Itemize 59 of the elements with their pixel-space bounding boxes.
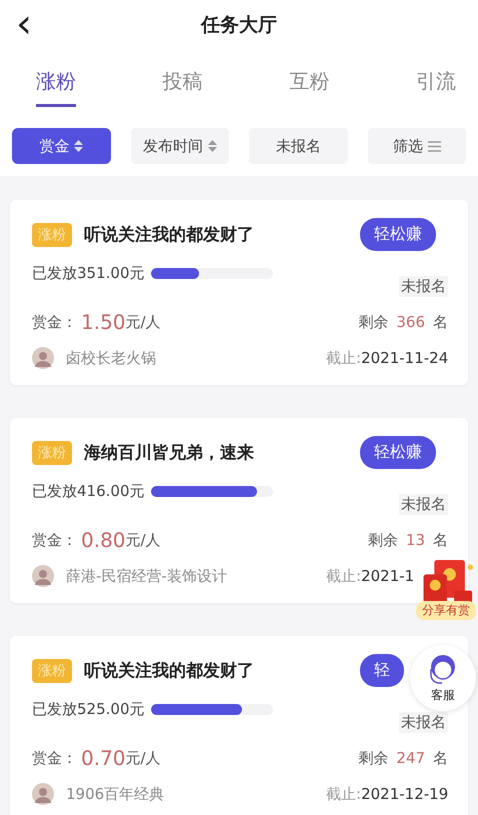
tab[interactable]: 投稿 — [162, 68, 203, 104]
remaining-label: 剩余 — [368, 530, 398, 550]
earn-button[interactable]: 轻 — [360, 654, 404, 687]
category-tag: 涨粉 — [32, 440, 72, 464]
author-name: 卤校长老火锅 — [66, 348, 156, 368]
reward-unit: 元/人 — [126, 530, 161, 550]
author-name: 1906百年经典 — [66, 784, 164, 804]
share-reward-button[interactable]: 分享有赏 — [416, 560, 476, 620]
avatar-icon — [32, 783, 54, 805]
tab[interactable]: 涨粉 — [36, 68, 76, 107]
remaining-count: 13 — [406, 531, 425, 549]
reward-value: 0.80 — [81, 528, 126, 552]
category-tag: 涨粉 — [32, 222, 72, 246]
page-title: 任务大厅 — [201, 13, 277, 38]
filter-button[interactable]: 赏金 — [12, 128, 110, 164]
issued-amount: 已发放416.00元 — [32, 482, 144, 501]
reward-unit: 元/人 — [126, 312, 161, 332]
task-title: 听说关注我的都发财了 — [84, 660, 255, 682]
status-label: 未报名 — [399, 276, 448, 297]
remaining-label: 剩余 — [358, 312, 388, 332]
reward-label: 赏金： — [32, 312, 77, 332]
filter-button[interactable]: 未报名 — [249, 128, 348, 164]
remaining-count: 366 — [396, 313, 425, 331]
sort-icon — [74, 140, 84, 152]
deadline-date: 2021-11-24 — [361, 348, 448, 368]
task-title: 听说关注我的都发财了 — [84, 224, 255, 246]
deadline-date: 2021-1 — [361, 566, 414, 586]
deadline-label: 截止: — [326, 566, 362, 586]
sort-icon — [208, 140, 217, 152]
filter-button[interactable]: 筛选 — [368, 128, 466, 164]
status-label: 未报名 — [399, 494, 448, 515]
tab[interactable]: 引流 — [416, 68, 456, 104]
remaining-unit: 名 — [433, 312, 448, 332]
filter-button[interactable]: 发布时间 — [130, 128, 229, 164]
back-button[interactable]: ‹ — [16, 2, 32, 46]
reward-value: 0.70 — [81, 746, 126, 770]
category-tag: 涨粉 — [32, 658, 72, 682]
menu-icon — [428, 140, 441, 152]
remaining-unit: 名 — [433, 748, 448, 768]
tab[interactable]: 互粉 — [289, 68, 330, 104]
status-label: 未报名 — [399, 712, 448, 733]
author-name: 薛港-民宿经营-装饰设计 — [66, 566, 227, 586]
issued-amount: 已发放351.00元 — [32, 264, 144, 283]
deadline-date: 2021-12-19 — [361, 784, 448, 804]
task-title: 海纳百川皆兄弟，速来 — [84, 442, 255, 464]
deadline-label: 截止: — [326, 784, 362, 804]
earn-button[interactable]: 轻松赚 — [360, 218, 436, 251]
remaining-label: 剩余 — [358, 748, 388, 768]
avatar-icon — [32, 347, 54, 369]
avatar-icon — [32, 565, 54, 587]
reward-unit: 元/人 — [126, 748, 161, 768]
earn-button[interactable]: 轻松赚 — [360, 436, 436, 469]
remaining-unit: 名 — [433, 530, 448, 550]
reward-value: 1.50 — [81, 310, 126, 334]
reward-label: 赏金： — [32, 530, 77, 550]
issued-amount: 已发放525.00元 — [32, 700, 144, 719]
reward-label: 赏金： — [32, 748, 77, 768]
deadline-label: 截止: — [326, 348, 362, 368]
remaining-count: 247 — [396, 749, 425, 767]
